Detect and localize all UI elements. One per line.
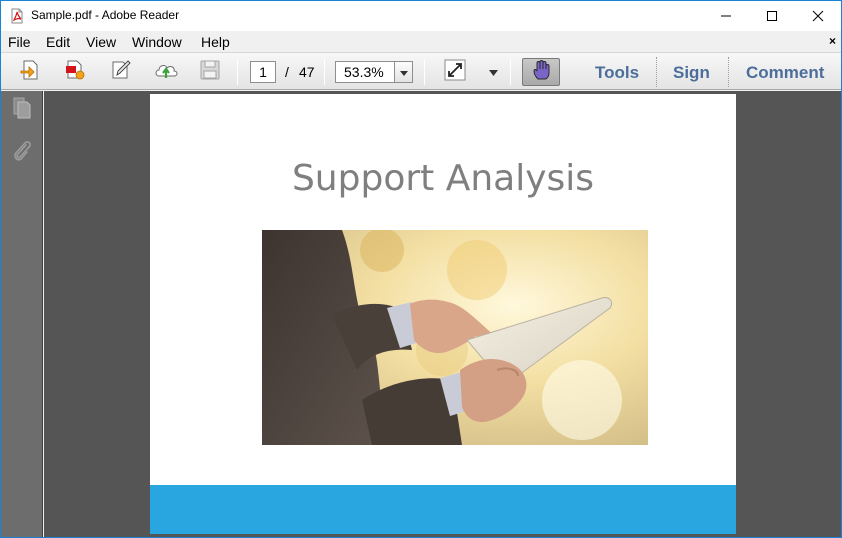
document-viewport[interactable]: Support Analysis — [44, 91, 841, 537]
sign-pane-link[interactable]: Sign — [673, 63, 710, 83]
pdf-file-icon — [9, 8, 25, 24]
toolbar-separator — [324, 59, 325, 85]
navigation-pane — [1, 91, 43, 537]
page-total: 47 — [299, 64, 315, 80]
zoom-dropdown-button[interactable] — [394, 61, 413, 83]
view-options-dropdown[interactable] — [483, 58, 503, 86]
fit-page-icon — [443, 58, 467, 87]
window-title: Sample.pdf - Adobe Reader — [31, 8, 180, 22]
chevron-down-icon — [488, 63, 498, 81]
accent-band — [150, 485, 736, 534]
menu-window[interactable]: Window — [132, 34, 182, 50]
zoom-input[interactable]: 53.3% — [335, 61, 395, 83]
open-button[interactable] — [16, 58, 44, 86]
edit-icon — [109, 58, 133, 87]
close-button[interactable] — [795, 1, 841, 31]
maximize-button[interactable] — [749, 1, 795, 31]
page-thumbnails-button[interactable] — [10, 96, 34, 125]
page-separator: / — [285, 64, 289, 80]
chevron-down-icon — [399, 63, 408, 81]
document-close-button[interactable]: × — [829, 34, 836, 48]
upload-button[interactable] — [152, 58, 180, 86]
menu-file[interactable]: File — [8, 34, 31, 50]
pdf-page: Support Analysis — [150, 94, 736, 534]
comment-pane-link[interactable]: Comment — [746, 63, 824, 83]
page-number-input[interactable]: 1 — [250, 61, 276, 83]
toolbar-separator — [424, 59, 425, 85]
tools-pane-link[interactable]: Tools — [595, 63, 639, 83]
save-icon — [199, 59, 221, 86]
hand-icon — [532, 59, 550, 86]
hand-tool-button[interactable] — [522, 58, 560, 86]
app-window: Sample.pdf - Adobe Reader File Edit View… — [0, 0, 842, 538]
menu-help[interactable]: Help — [201, 34, 230, 50]
toolbar-separator — [237, 59, 238, 85]
pages-icon — [11, 96, 33, 125]
minimize-button[interactable] — [703, 1, 749, 31]
attachments-button[interactable] — [10, 139, 34, 168]
attachments-icon — [11, 139, 33, 168]
link-separator — [728, 57, 729, 87]
toolbar-separator — [510, 59, 511, 85]
menu-view[interactable]: View — [86, 34, 116, 50]
fit-page-button[interactable] — [441, 58, 469, 86]
upload-cloud-icon — [153, 58, 179, 87]
link-separator — [656, 57, 657, 87]
menu-edit[interactable]: Edit — [46, 34, 70, 50]
create-pdf-button[interactable] — [61, 58, 89, 86]
title-bar: Sample.pdf - Adobe Reader — [1, 1, 841, 31]
edit-button[interactable] — [107, 58, 135, 86]
toolbar: 1 / 47 53.3% Tools Sign Comment — [1, 52, 841, 90]
open-icon — [18, 58, 42, 87]
save-button[interactable] — [196, 58, 224, 86]
create-pdf-icon — [63, 58, 87, 87]
slide-title: Support Analysis — [291, 158, 595, 199]
menu-bar: File Edit View Window Help × — [1, 31, 841, 52]
tablet-photo — [262, 230, 648, 445]
